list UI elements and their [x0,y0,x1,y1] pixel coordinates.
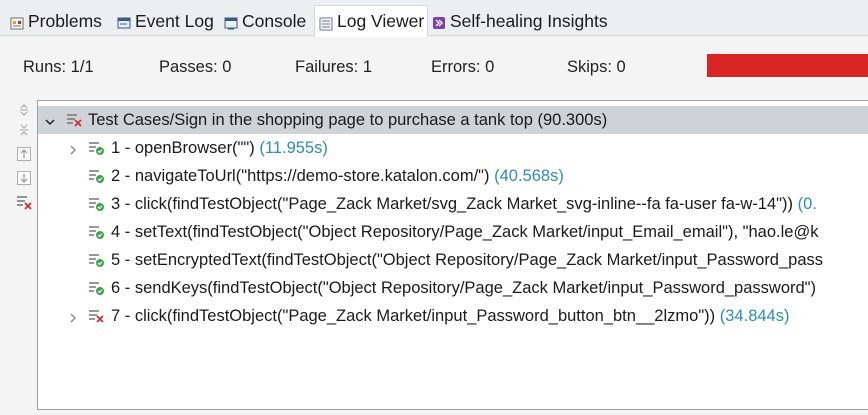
step-duration: (11.955s) [259,138,328,157]
passed-status-icon [88,224,106,240]
step-duration: (0. [797,194,817,213]
collapse-all-icon[interactable] [16,122,32,138]
tree-step-row[interactable]: 4 - setText(findTestObject("Object Repos… [38,218,868,246]
log-viewer-icon [319,15,333,30]
step-label: 6 - sendKeys(findTestObject("Object Repo… [111,278,817,297]
tab-self-healing-insights[interactable]: Self-healing Insights [432,6,608,36]
problems-icon [10,14,24,30]
tree-step-row[interactable]: 3 - click(findTestObject("Page_Zack Mark… [38,190,868,218]
tree-node-label: 1 - openBrowser("") (11.955s) [111,139,328,158]
show-failures-icon[interactable] [16,194,32,210]
tree-step-row[interactable]: 7 - click(findTestObject("Page_Zack Mark… [38,302,868,330]
runs-count: Runs: 1/1 [23,58,94,76]
tree-node-label: 6 - sendKeys(findTestObject("Object Repo… [111,279,816,298]
tree-node-label: 5 - setEncryptedText(findTestObject("Obj… [111,251,823,270]
tree-node-label: 7 - click(findTestObject("Page_Zack Mark… [111,307,789,326]
passed-status-icon [88,280,106,296]
tree-step-row[interactable]: 5 - setEncryptedText(findTestObject("Obj… [38,246,868,274]
test-log-tree[interactable]: Test Cases/Sign in the shopping page to … [37,100,868,410]
previous-icon[interactable] [16,146,32,162]
tab-label: Console [242,10,307,31]
step-label: 5 - setEncryptedText(findTestObject("Obj… [111,250,824,269]
self-healing-icon [432,14,446,29]
passes-count: Passes: 0 [159,58,232,76]
event-log-icon [117,14,131,29]
test-case-name: Test Cases/Sign in the shopping page to … [88,110,533,129]
expand-all-icon[interactable] [16,102,32,118]
step-label: 7 - click(findTestObject("Page_Zack Mark… [111,306,716,325]
step-label: 2 - navigateToUrl("https://demo-store.ka… [111,166,490,185]
tab-problems[interactable]: Problems [10,6,102,36]
passed-status-icon [88,140,106,156]
side-toolbar [14,100,36,400]
failures-count: Failures: 1 [295,58,373,76]
failed-status-icon [66,112,84,128]
skips-count: Skips: 0 [567,58,626,76]
tree-node-label: 3 - click(findTestObject("Page_Zack Mark… [111,195,817,214]
step-duration: (40.568s) [494,166,564,185]
tab-console[interactable]: Console [224,6,306,36]
log-viewer-content: Test Cases/Sign in the shopping page to … [0,95,868,415]
tab-label: Log Viewer [337,11,425,31]
step-label: 4 - setText(findTestObject("Object Repos… [111,222,819,241]
passed-status-icon [88,196,106,212]
tree-step-row[interactable]: 6 - sendKeys(findTestObject("Object Repo… [38,274,868,302]
next-icon[interactable] [16,170,32,186]
step-label: 3 - click(findTestObject("Page_Zack Mark… [111,194,794,213]
passed-status-icon [88,252,106,268]
tab-label: Event Log [135,10,214,31]
step-duration: (34.844s) [719,306,790,325]
tree-step-row[interactable]: 2 - navigateToUrl("https://demo-store.ka… [38,162,868,190]
console-icon [224,14,238,30]
tree-node-label: 4 - setText(findTestObject("Object Repos… [111,223,818,242]
chevron-right-icon[interactable] [67,142,79,155]
tree-node-label: Test Cases/Sign in the shopping page to … [88,111,607,130]
tab-log-viewer[interactable]: Log Viewer [314,5,428,37]
tab-event-log[interactable]: Event Log [117,6,214,36]
chevron-down-icon[interactable] [44,114,56,126]
failed-status-icon [88,308,106,324]
step-label: 1 - openBrowser("") [111,138,255,157]
tree-step-row[interactable]: 1 - openBrowser("") (11.955s) [38,134,868,162]
chevron-right-icon[interactable] [67,310,79,323]
tree-node-label: 2 - navigateToUrl("https://demo-store.ka… [111,167,564,186]
test-case-duration: (90.300s) [537,110,608,129]
tab-label: Problems [28,10,102,31]
errors-count: Errors: 0 [431,58,495,76]
view-tab-bar: Problems Event Log Console Log Viewer Se… [0,0,868,37]
passed-status-icon [88,168,106,184]
tree-root-test-case[interactable]: Test Cases/Sign in the shopping page to … [38,106,868,134]
test-progress-bar [707,54,868,77]
tab-label: Self-healing Insights [450,10,608,31]
